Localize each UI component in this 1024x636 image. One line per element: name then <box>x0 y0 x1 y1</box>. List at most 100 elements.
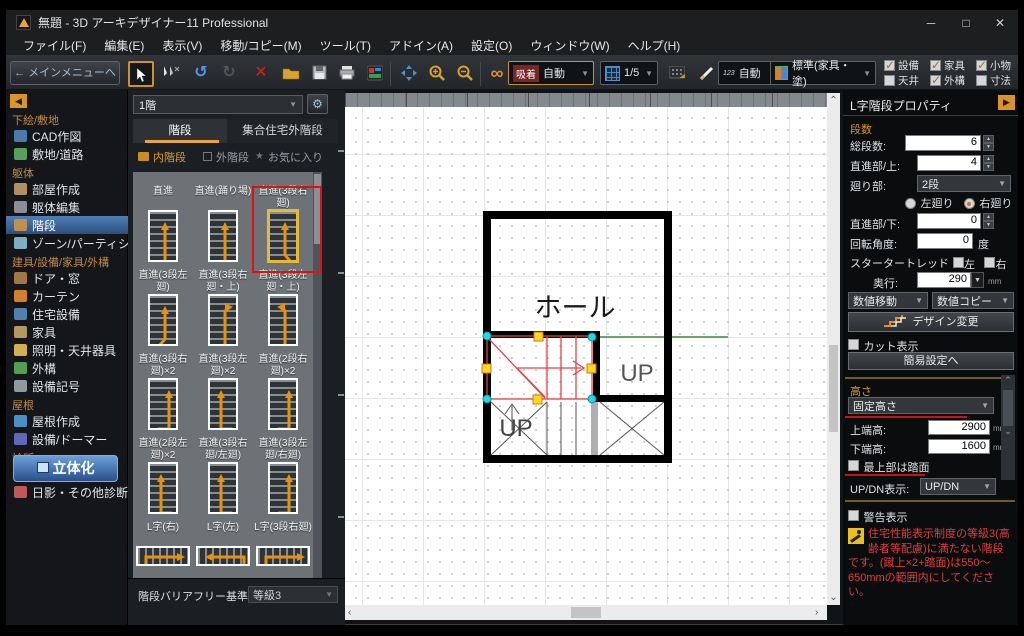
panel-collapse-icon[interactable]: ▶ <box>998 95 1015 110</box>
zoom-in-icon[interactable] <box>424 61 450 87</box>
splitter-handle[interactable] <box>338 516 344 518</box>
stair-type-item[interactable]: L字(右) <box>133 522 193 578</box>
menu-item[interactable]: 移動/コピー(M) <box>211 36 310 55</box>
sidebar-item[interactable]: 躯体編集 <box>6 198 128 216</box>
stair-type-item[interactable]: 直進(3段左廻) <box>133 270 193 354</box>
sidebar-item[interactable]: 外構 <box>6 359 128 377</box>
sidebar-item[interactable]: 照明・天井器具 <box>6 341 128 359</box>
sidebar-item[interactable]: 日影・その他診断 <box>6 483 128 501</box>
rotation-input[interactable]: 0 <box>917 233 973 249</box>
stair-type-item[interactable]: 直進(踊り場) <box>193 186 253 270</box>
sidebar-collapse-icon[interactable]: ◀ <box>10 94 27 108</box>
menu-item[interactable]: ヘルプ(H) <box>619 36 690 55</box>
menu-item[interactable]: アドイン(A) <box>380 36 462 55</box>
straight-lower-input[interactable]: 0 <box>917 213 981 229</box>
minimize-button[interactable]: ─ <box>915 10 947 36</box>
sidebar-item[interactable]: 敷地/道路 <box>6 145 128 163</box>
straight-upper-spin-up[interactable]: ▲ <box>983 155 994 163</box>
sidebar-item[interactable]: 屋根作成 <box>6 412 128 430</box>
floor-select[interactable]: 1階▼ <box>133 95 303 114</box>
menu-item[interactable]: ファイル(F) <box>14 36 95 55</box>
sidebar-item[interactable]: 階段 <box>6 216 128 234</box>
tab-apartment-stairs[interactable]: 集合住宅外階段 <box>227 119 338 143</box>
subtab-exterior-stairs[interactable]: 外階段 <box>203 148 249 165</box>
sidebar-item[interactable]: カーテン <box>6 287 128 305</box>
sidebar-item[interactable]: ドア・窓 <box>6 269 128 287</box>
depth-dropdown-icon[interactable]: ▼ <box>971 272 984 288</box>
bottom-height-input[interactable]: 1600 <box>928 439 990 454</box>
layer-checkbox[interactable] <box>930 60 941 71</box>
menu-item[interactable]: 表示(V) <box>153 36 211 55</box>
layer-checkbox[interactable] <box>976 60 987 71</box>
total-steps-spin-down[interactable]: ▼ <box>983 143 994 151</box>
stair-type-item[interactable]: 直進(3段左廻/右廻) <box>253 438 313 522</box>
straight-lower-spin-up[interactable]: ▲ <box>983 213 994 221</box>
stair-type-item[interactable]: L字(3段右廻) <box>253 522 313 578</box>
save-icon[interactable] <box>306 61 332 87</box>
radio-left-turn[interactable] <box>905 198 916 209</box>
sidebar-item[interactable]: 部屋作成 <box>6 180 128 198</box>
splitter-handle[interactable] <box>338 272 344 274</box>
sidebar-item[interactable]: 住宅設備 <box>6 305 128 323</box>
scroll-right-icon[interactable]: › <box>815 607 818 618</box>
grid-scale-select[interactable]: 1/5▼ <box>600 61 658 85</box>
section-scroll-thumb[interactable] <box>1003 390 1013 426</box>
undo-icon[interactable]: ↺ <box>188 61 214 87</box>
winder-select[interactable]: 2段▼ <box>917 175 1011 192</box>
horizontal-scroll-thumb[interactable] <box>571 607 601 618</box>
scroll-up-icon[interactable]: ⌃ <box>827 95 840 106</box>
cut-display-checkbox[interactable] <box>848 339 859 350</box>
numeric-move-button[interactable]: 数値移動▼ <box>848 292 928 309</box>
maximize-button[interactable]: □ <box>950 10 982 36</box>
stair-type-item[interactable]: 直進(3段左廻)×2 <box>193 354 253 438</box>
menu-item[interactable]: 編集(E) <box>95 36 153 55</box>
sidebar-item[interactable]: 設備記号 <box>6 377 128 395</box>
subtab-favorites[interactable]: ★お気に入り <box>255 148 323 165</box>
straight-upper-spin-down[interactable]: ▼ <box>983 163 994 171</box>
stair-type-item[interactable]: 直進(3段左廻・上) <box>253 270 313 354</box>
subtab-interior-stairs[interactable]: 内階段 <box>138 148 186 165</box>
layer-checkbox[interactable] <box>884 60 895 71</box>
stair-type-item[interactable]: 直進 <box>133 186 193 270</box>
keypad-icon[interactable] <box>664 61 690 87</box>
starter-right-checkbox[interactable] <box>984 257 995 268</box>
sidebar-item[interactable]: CAD作図 <box>6 127 128 145</box>
total-steps-spin-up[interactable]: ▲ <box>983 135 994 143</box>
menu-item[interactable]: ウィンドウ(W) <box>521 36 618 55</box>
splitter-handle[interactable] <box>338 150 344 152</box>
pdf-export-icon[interactable] <box>362 61 388 87</box>
gear-icon[interactable]: ⚙ <box>307 94 328 114</box>
sidebar-item[interactable]: ゾーン/パーティション <box>6 234 128 252</box>
starter-left-checkbox[interactable] <box>953 257 964 268</box>
close-button[interactable]: ✕ <box>984 10 1016 36</box>
stair-type-item[interactable]: 直進(2段右廻)×2 <box>253 354 313 438</box>
scroll-down-icon[interactable]: ⌄ <box>827 592 840 603</box>
layer-checkbox[interactable] <box>884 75 895 86</box>
solid-view-button[interactable]: 立体化 <box>13 455 118 482</box>
snap-mode-select[interactable]: 吸着 自動▼ <box>508 61 594 85</box>
radio-right-turn[interactable] <box>964 198 975 209</box>
stair-type-item[interactable]: L字(左) <box>193 522 253 578</box>
open-file-icon[interactable] <box>278 61 304 87</box>
top-tread-checkbox[interactable] <box>848 460 859 471</box>
depth-input[interactable]: 290 <box>917 272 971 288</box>
vertical-scroll-thumb[interactable] <box>829 345 838 432</box>
continuous-input-icon[interactable]: ∞ <box>484 61 510 87</box>
scroll-left-icon[interactable]: ‹ <box>348 607 351 618</box>
simple-settings-button[interactable]: 簡易設定へ <box>848 352 1014 370</box>
main-menu-button[interactable]: ← メインメニューへ <box>10 61 120 85</box>
menu-item[interactable]: 設定(O) <box>462 36 521 55</box>
top-height-input[interactable]: 2900 <box>928 420 990 435</box>
print-icon[interactable] <box>334 61 360 87</box>
barrier-free-select[interactable]: 等級3▼ <box>248 586 338 603</box>
numeric-copy-button[interactable]: 数値コピー▼ <box>932 292 1014 309</box>
updn-select[interactable]: UP/DN▼ <box>920 478 996 495</box>
fit-view-icon[interactable] <box>396 61 422 87</box>
stair-type-item[interactable]: 直進(2段左廻)×2 <box>133 438 193 522</box>
stair-type-item[interactable]: 直進(3段右廻・上) <box>193 270 253 354</box>
straight-upper-input[interactable]: 4 <box>917 155 981 171</box>
pen-icon[interactable] <box>694 61 720 87</box>
delete-icon[interactable]: ✕ <box>248 61 274 87</box>
warning-toggle-checkbox[interactable] <box>848 510 859 521</box>
design-change-button[interactable]: デザイン変更 <box>848 312 1014 332</box>
